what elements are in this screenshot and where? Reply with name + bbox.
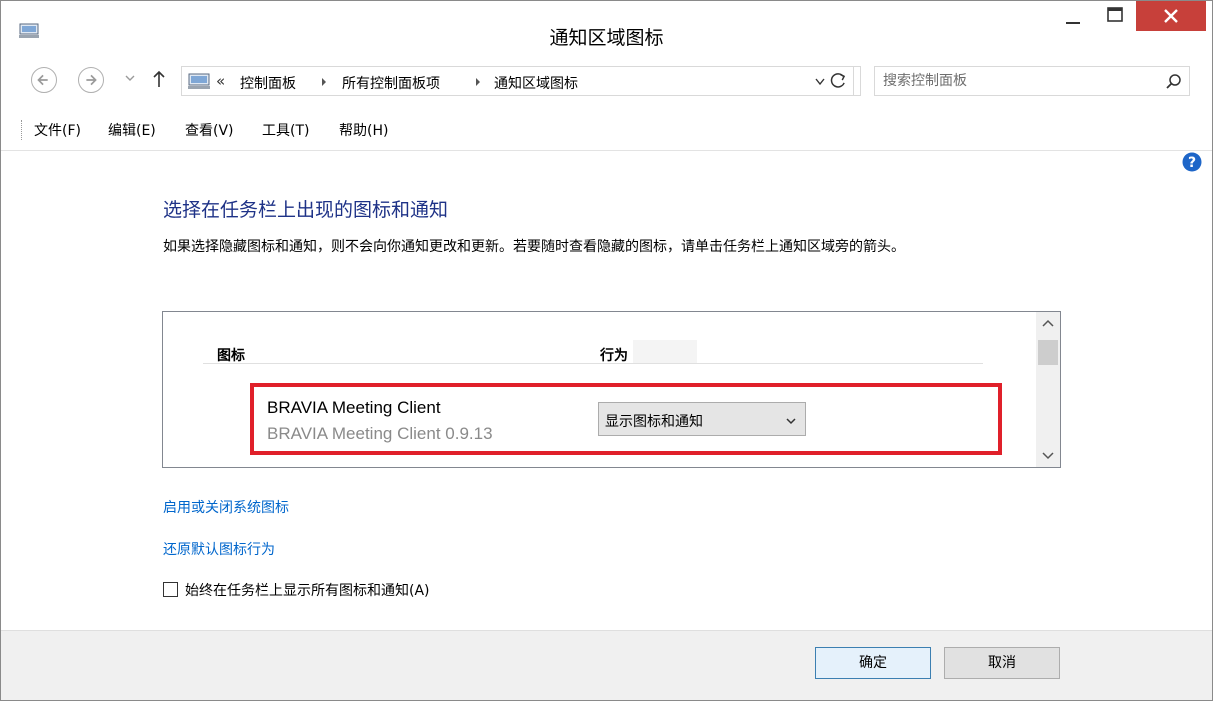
refresh-icon[interactable] [824,66,854,96]
menu-edit[interactable]: 编辑(E) [108,120,156,140]
close-button[interactable] [1136,1,1206,31]
control-panel-window: 通知区域图标 « 控制面板 所有控制面板项 通知区域图标 搜索控制面板 文件(F… [0,0,1213,701]
system-icons-link[interactable]: 启用或关闭系统图标 [163,497,289,517]
search-input[interactable] [883,71,1143,91]
breadcrumb-arrow-icon[interactable] [473,76,483,88]
icon-behavior-list: 图标 行为 BRAVIA Meeting Client BRAVIA Meeti… [162,311,1061,468]
address-bar[interactable]: « 控制面板 所有控制面板项 通知区域图标 [181,66,861,96]
minimize-icon[interactable] [1051,1,1095,31]
menu-file[interactable]: 文件(F) [34,120,81,140]
close-icon [1164,9,1178,23]
up-arrow-icon[interactable] [151,69,167,89]
forward-arrow-icon[interactable] [78,67,104,93]
vertical-scrollbar[interactable] [1036,312,1060,467]
column-header-behavior: 行为 [600,348,628,364]
main-content: ? 选择在任务栏上出现的图标和通知 如果选择隐藏图标和通知，则不会向你通知更改和… [1,152,1212,630]
menu-tools[interactable]: 工具(T) [262,120,309,140]
window-title: 通知区域图标 [549,27,664,49]
highlight-annotation [250,383,1002,455]
scroll-thumb[interactable] [1038,340,1058,365]
breadcrumb-arrow-icon[interactable] [319,76,329,88]
address-toolbar: « 控制面板 所有控制面板项 通知区域图标 [1,53,1212,107]
menu-help[interactable]: 帮助(H) [339,120,388,140]
page-description: 如果选择隐藏图标和通知，则不会向你通知更改和更新。若要随时查看隐藏的图标，请单击… [163,239,905,255]
column-header-icon: 图标 [217,348,245,364]
breadcrumb-overflow[interactable]: « [216,72,225,90]
menu-bar: 文件(F) 编辑(E) 查看(V) 工具(T) 帮助(H) [1,107,1212,151]
header-divider [203,363,983,364]
breadcrumb-all-items[interactable]: 所有控制面板项 [342,73,440,93]
always-show-label[interactable]: 始终在任务栏上显示所有图标和通知(A) [185,580,430,600]
menu-grip [21,120,23,140]
breadcrumb-control-panel[interactable]: 控制面板 [240,73,296,93]
breadcrumb-notification-icons[interactable]: 通知区域图标 [494,73,578,93]
maximize-icon[interactable] [1095,1,1135,31]
always-show-checkbox[interactable] [163,582,178,597]
title-bar: 通知区域图标 [1,1,1212,53]
scroll-up-icon[interactable] [1036,312,1060,336]
search-box[interactable] [874,66,1190,96]
scroll-down-icon[interactable] [1036,443,1060,467]
help-icon[interactable]: ? [1182,152,1202,172]
ok-button[interactable]: 确定 [815,647,931,679]
menu-view[interactable]: 查看(V) [185,120,234,140]
cancel-button[interactable]: 取消 [944,647,1060,679]
back-arrow-icon[interactable] [31,67,57,93]
restore-default-link[interactable]: 还原默认图标行为 [163,539,275,559]
recent-locations-chevron-icon[interactable] [123,71,137,85]
behavior-header-bg [633,340,697,364]
svg-text:?: ? [1188,155,1196,171]
dialog-footer: 确定 取消 [1,630,1212,700]
search-icon[interactable] [1165,73,1183,91]
control-panel-icon [188,73,210,89]
page-title: 选择在任务栏上出现的图标和通知 [163,199,449,221]
